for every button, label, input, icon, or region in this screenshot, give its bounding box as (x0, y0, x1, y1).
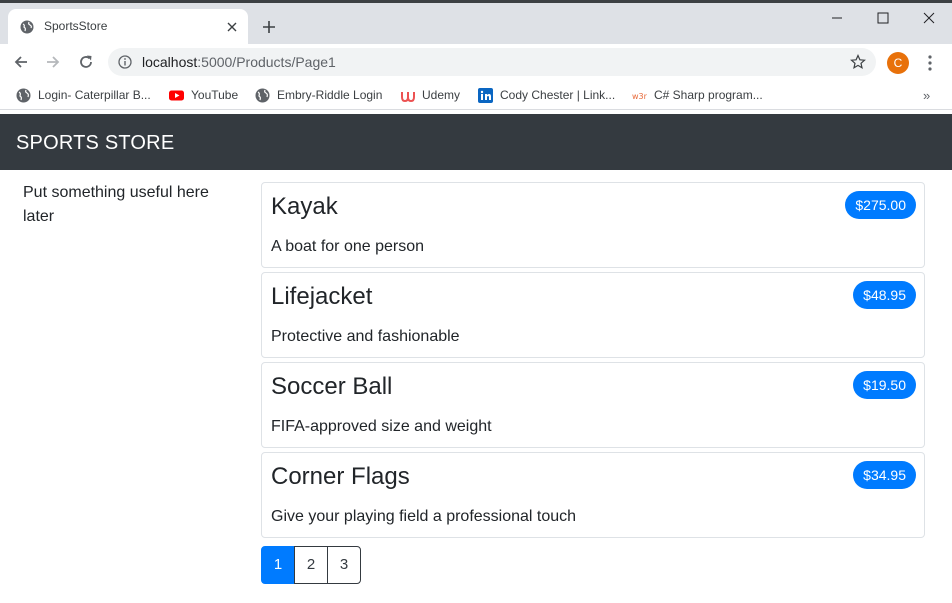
browser-titlebar: SportsStore (0, 0, 952, 44)
maximize-button[interactable] (860, 7, 906, 29)
url-path: :5000/Products/Page1 (197, 54, 336, 70)
bookmark-star-icon[interactable] (850, 54, 866, 70)
product-name: Corner Flags (271, 463, 410, 490)
youtube-icon (169, 90, 184, 101)
price-badge: $34.95 (853, 461, 916, 489)
globe-icon (16, 88, 31, 103)
browser-toolbar: localhost:5000/Products/Page1 (0, 44, 952, 81)
minimize-icon (832, 17, 842, 19)
udemy-icon (401, 92, 415, 103)
w3r-icon: w3r (632, 92, 647, 101)
product-name: Kayak (271, 193, 338, 220)
profile-avatar[interactable]: C (887, 52, 909, 74)
forward-arrow-icon[interactable] (44, 53, 62, 71)
price-badge: $48.95 (853, 281, 916, 309)
bookmarks-overflow-button[interactable]: » (923, 88, 930, 103)
info-icon[interactable] (118, 55, 132, 69)
product-description: FIFA-approved size and weight (271, 418, 492, 435)
price-badge: $275.00 (845, 191, 916, 219)
page-button-3[interactable]: 3 (327, 546, 361, 584)
close-window-button[interactable] (906, 7, 952, 29)
page-button-1[interactable]: 1 (261, 546, 295, 584)
product-card: Lifejacket $48.95 Protective and fashion… (261, 272, 925, 358)
maximize-icon (877, 12, 889, 24)
bookmark-label: C# Sharp program... (654, 88, 763, 102)
bookmark-label: YouTube (191, 88, 239, 102)
pagination: 1 2 3 (261, 546, 361, 584)
more-menu-icon[interactable] (924, 54, 936, 72)
site-brand[interactable]: SPORTS STORE (16, 132, 174, 155)
minimize-button[interactable] (814, 7, 860, 29)
product-description: Give your playing field a professional t… (271, 508, 577, 525)
product-description: A boat for one person (271, 238, 424, 255)
back-arrow-icon[interactable] (12, 53, 30, 71)
bookmark-label: Login- Caterpillar B... (38, 88, 151, 102)
globe-icon (255, 88, 270, 103)
product-card: Soccer Ball $19.50 FIFA-approved size an… (261, 362, 925, 448)
address-bar[interactable]: localhost:5000/Products/Page1 (108, 48, 876, 76)
url-host: localhost (142, 54, 198, 70)
new-tab-icon[interactable] (260, 18, 278, 36)
bookmark-label: Cody Chester | Link... (500, 88, 616, 102)
sidebar-placeholder-text: Put something useful here later (23, 184, 209, 225)
product-name: Lifejacket (271, 283, 373, 310)
product-card: Corner Flags $34.95 Give your playing fi… (261, 452, 925, 538)
close-icon (923, 12, 935, 24)
bookmarks-bar: Login- Caterpillar B... YouTube Embry-Ri… (0, 81, 952, 110)
site-navbar: SPORTS STORE (0, 114, 952, 170)
reload-icon[interactable] (77, 53, 95, 71)
bookmark-label: Embry-Riddle Login (277, 88, 383, 102)
linkedin-icon (478, 88, 493, 103)
titlebar-top-border (0, 0, 952, 3)
svg-text:w3r: w3r (632, 92, 647, 101)
browser-tab[interactable]: SportsStore (8, 9, 248, 44)
close-tab-icon[interactable] (224, 19, 240, 35)
product-card: Kayak $275.00 A boat for one person (261, 182, 925, 268)
bookmark-label: Udemy (422, 88, 461, 102)
tab-title: SportsStore (44, 19, 108, 33)
page-button-2[interactable]: 2 (294, 546, 328, 584)
globe-icon (20, 20, 34, 34)
product-name: Soccer Ball (271, 373, 393, 400)
url-text[interactable]: localhost:5000/Products/Page1 (142, 54, 336, 70)
product-description: Protective and fashionable (271, 328, 460, 345)
price-badge: $19.50 (853, 371, 916, 399)
